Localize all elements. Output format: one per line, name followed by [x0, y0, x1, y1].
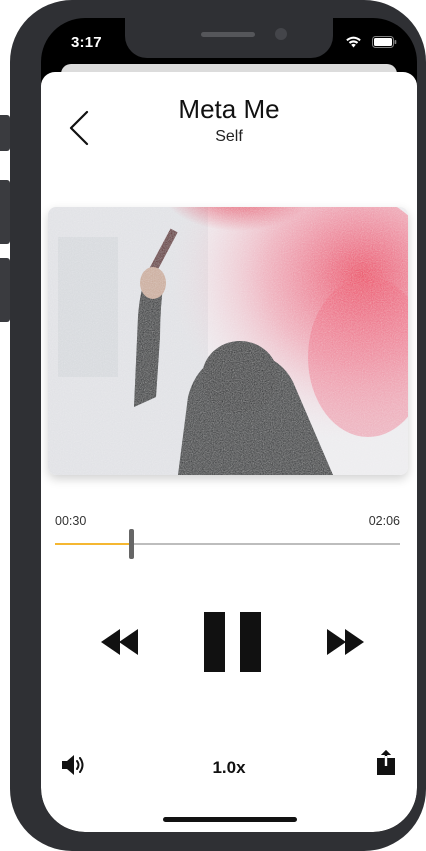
fast-forward-button[interactable] — [327, 629, 365, 660]
progress-fill — [55, 543, 131, 545]
volume-down-button — [0, 258, 10, 322]
battery-icon — [372, 35, 397, 48]
album-artwork — [48, 207, 408, 475]
progress-thumb[interactable] — [128, 529, 134, 559]
status-icons — [345, 35, 397, 48]
notch — [125, 18, 333, 58]
front-camera — [275, 28, 287, 40]
total-duration: 02:06 — [368, 514, 400, 528]
pause-icon — [204, 612, 261, 672]
share-icon — [377, 750, 395, 775]
rewind-button[interactable] — [101, 629, 139, 660]
volume-up-button — [0, 180, 10, 244]
artist-name: Self — [215, 128, 243, 145]
rewind-icon — [101, 629, 138, 655]
phone-frame: 3:17 Meta Me Self 00:30 02:06 1.0x — [10, 0, 426, 851]
status-time: 3:17 — [71, 34, 102, 51]
pause-button[interactable] — [204, 612, 262, 677]
player-sheet: Meta Me Self 00:30 02:06 1.0x — [41, 72, 417, 832]
track-title: Meta Me — [178, 94, 280, 124]
earpiece-speaker — [201, 32, 255, 37]
wifi-icon — [346, 36, 361, 48]
action-button — [0, 115, 10, 151]
home-indicator[interactable] — [163, 817, 297, 822]
album-art-image — [48, 207, 408, 475]
fast-forward-icon — [327, 629, 364, 655]
share-button[interactable] — [376, 750, 396, 781]
progress-slider[interactable] — [55, 529, 400, 559]
playback-speed-button[interactable]: 1.0x — [41, 758, 417, 778]
status-bar: 3:17 — [41, 18, 417, 66]
screen: 3:17 Meta Me Self 00:30 02:06 1.0x — [41, 18, 417, 832]
elapsed-time: 00:30 — [55, 514, 87, 528]
